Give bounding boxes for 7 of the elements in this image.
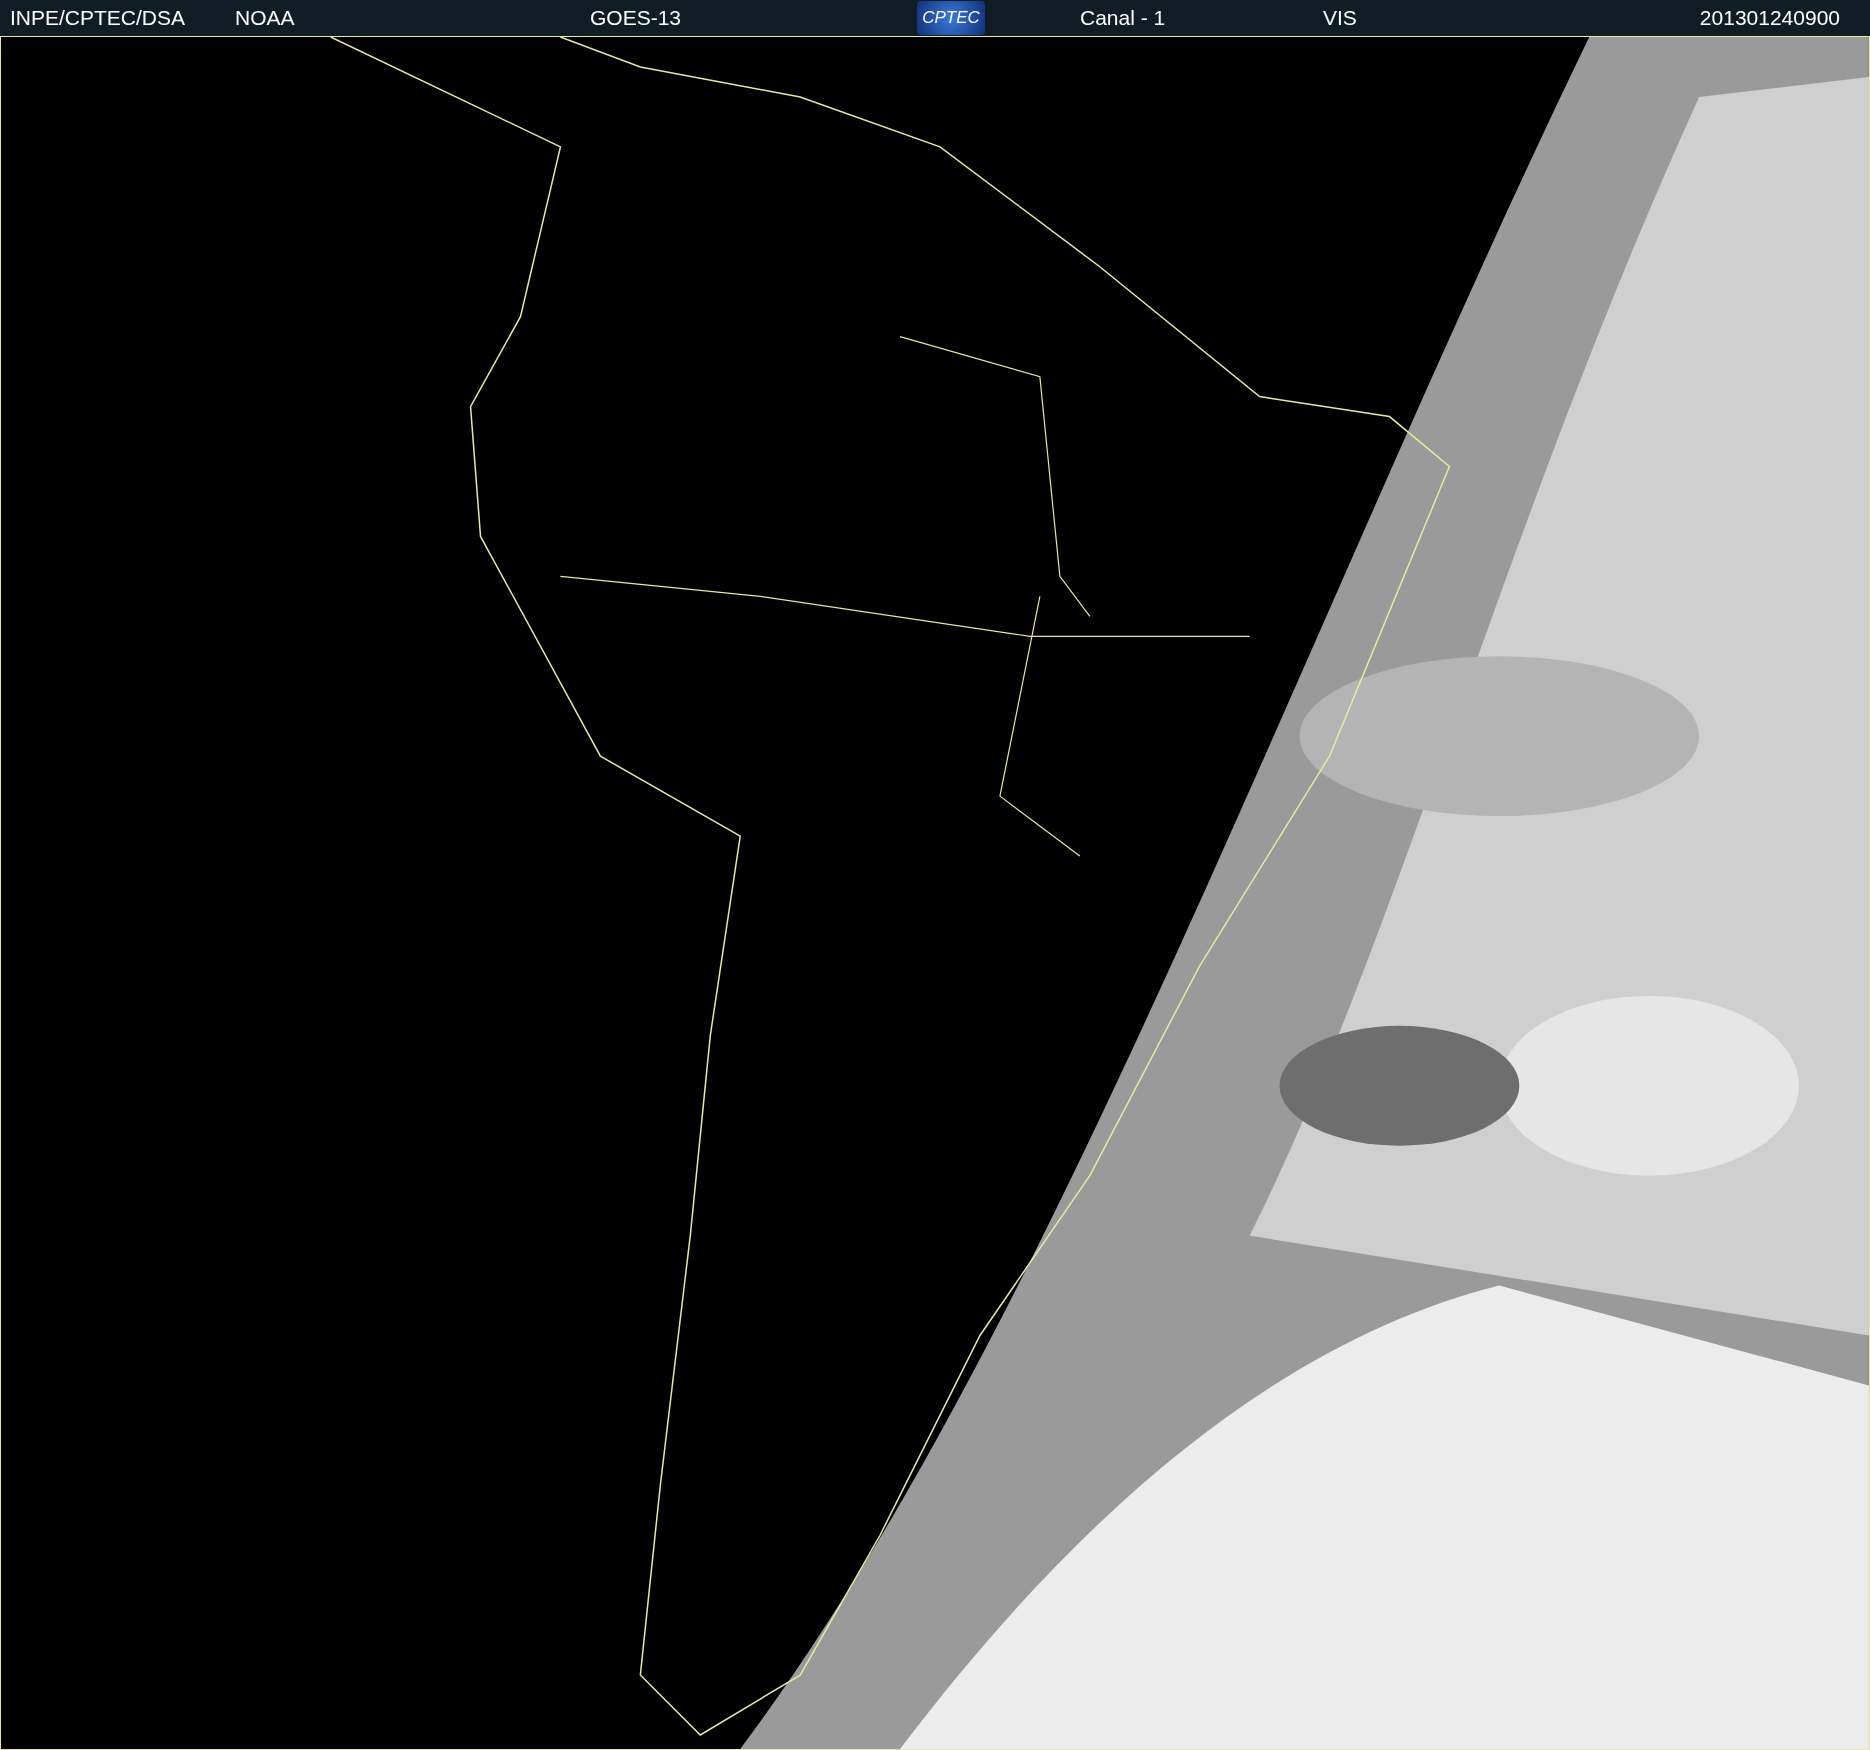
channel-label: Canal - 1 [1080, 6, 1166, 30]
header-label: NOAA [235, 6, 295, 30]
logo-badge: CPTEC [917, 1, 985, 35]
timestamp-label: 201301240900 [1699, 5, 1841, 32]
header-label: INPE/CPTEC/DSA [10, 6, 186, 30]
header-label: GOES-13 [590, 6, 682, 30]
band-label: VIS [1323, 6, 1357, 30]
